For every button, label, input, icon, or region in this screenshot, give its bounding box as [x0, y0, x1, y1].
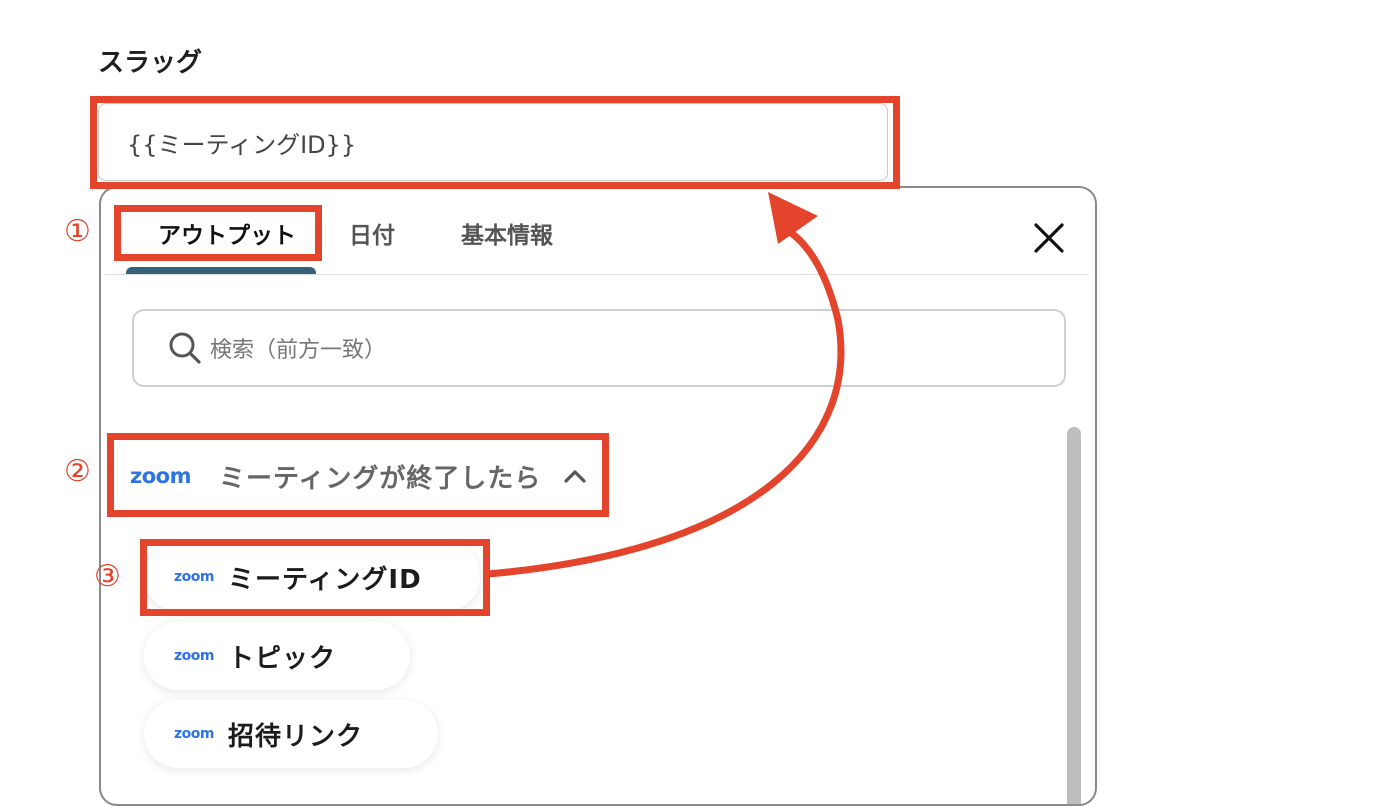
close-icon[interactable]	[1031, 220, 1067, 256]
list-item-invite-link[interactable]: zoom 招待リンク	[144, 700, 438, 768]
search-placeholder: 検索（前方一致）	[210, 338, 387, 363]
tab-date[interactable]: 日付	[349, 216, 395, 250]
step-1-marker: ①	[64, 214, 91, 249]
group-title: ミーティングが終了したら	[218, 463, 542, 494]
zoom-logo: zoom	[174, 569, 214, 585]
zoom-logo: zoom	[130, 464, 191, 488]
step-3-marker: ③	[94, 559, 121, 594]
tabs-divider	[105, 274, 1089, 275]
list-item-topic[interactable]: zoom トピック	[144, 622, 410, 690]
zoom-logo: zoom	[174, 648, 214, 664]
slug-input[interactable]: {{ミーティングID}}	[98, 103, 888, 181]
step-2-marker: ②	[64, 454, 91, 489]
chevron-up-icon	[564, 470, 587, 483]
search-icon	[169, 332, 201, 364]
zoom-logo: zoom	[174, 726, 214, 742]
list-item-meeting-id[interactable]: zoom ミーティングID	[144, 543, 480, 611]
scrollbar[interactable]	[1067, 427, 1081, 804]
slug-label: スラッグ	[98, 48, 203, 78]
item-label: トピック	[227, 643, 336, 674]
zoom-trigger-group[interactable]: zoom ミーティングが終了したら	[130, 452, 587, 500]
item-label: ミーティングID	[227, 564, 422, 595]
tab-basic-info[interactable]: 基本情報	[461, 216, 553, 250]
search-input[interactable]: 検索（前方一致）	[132, 309, 1066, 387]
item-label: 招待リンク	[227, 721, 363, 752]
tab-output[interactable]: アウトプット	[158, 216, 296, 250]
